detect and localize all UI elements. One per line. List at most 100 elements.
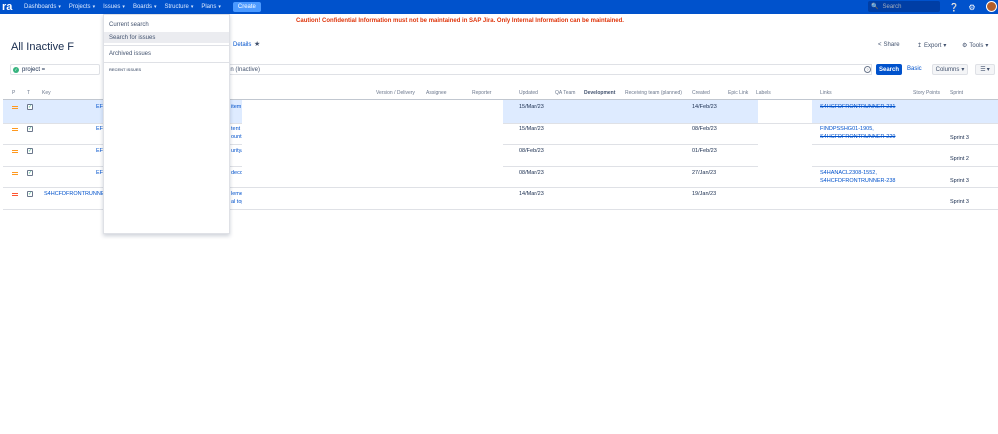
menu-item-archived-issues[interactable]: Archived issues [104,48,229,59]
redacted-area [242,123,503,187]
header-type[interactable]: T [27,90,30,96]
issue-link[interactable]: S4HCFDFRONTRUNNER-229 [820,134,895,140]
redacted-area [242,188,503,209]
share-button[interactable]: < Share [878,42,900,48]
chevron-down-icon: ▾ [218,4,221,10]
priority-medium-icon [12,106,18,110]
issue-key[interactable]: EF [96,170,103,176]
priority-medium-icon [12,150,18,154]
issue-key[interactable]: EF [96,148,103,154]
help-icon[interactable]: ❔ [949,2,959,12]
header-reporter[interactable]: Reporter [472,90,491,96]
sprint-value[interactable]: Sprint 3 [950,199,969,205]
nav-boards[interactable]: Boards ▾ [133,4,157,10]
issue-key[interactable]: EF [96,126,103,132]
issue-link[interactable]: S4HCFDFRONTRUNNER-238 [820,178,895,184]
header-qa-team[interactable]: QA Team [555,90,575,96]
nav-structure[interactable]: Structure ▾ [164,4,193,10]
created-date: 08/Feb/23 [692,126,717,132]
menu-divider [104,45,229,46]
menu-item-current-search[interactable]: Current search [104,19,229,30]
global-search-input[interactable]: 🔍 Search [868,1,940,12]
details-link[interactable]: Details [233,42,251,48]
avatar[interactable] [986,1,997,12]
nav-dashboards[interactable]: Dashboards ▾ [24,4,61,10]
issue-summary[interactable]: item [231,104,241,110]
task-type-icon: ✓ [27,104,33,110]
list-icon: ☰ [980,67,986,73]
menu-item-search-for-issues[interactable]: Search for issues [104,32,229,43]
project-clause: project = [22,66,46,73]
columns-button[interactable]: Columns ▾ [932,64,968,75]
layout-switcher-button[interactable]: ☰ ▾ [975,64,995,75]
header-story-points[interactable]: Story Points [913,90,940,96]
header-created[interactable]: Created [692,90,710,96]
basic-mode-link[interactable]: Basic [907,66,922,72]
tools-button[interactable]: ⚙ Tools ▾ [962,42,988,50]
chevron-down-icon: ▾ [153,4,157,10]
page-title: All Inactive F [11,41,74,53]
header-version[interactable]: Version / Delivery [376,90,415,96]
issue-key[interactable]: EF [96,104,103,110]
search-button[interactable]: Search [876,64,902,75]
export-button[interactable]: ↥ Export ▾ [917,42,947,50]
sprint-value[interactable]: Sprint 2 [950,156,969,162]
header-updated[interactable]: Updated [519,90,538,96]
issue-key[interactable]: S4HCFDFRONTRUNNER [44,191,108,197]
header-priority[interactable]: P [12,90,15,96]
header-links[interactable]: Links [820,90,832,96]
nav-plans[interactable]: Plans ▾ [201,4,221,10]
updated-date: 15/Mar/23 [519,104,544,110]
header-development[interactable]: Development [584,90,615,96]
created-date: 27/Jan/23 [692,170,717,176]
priority-high-icon [12,193,18,197]
issue-link[interactable]: S4HCFDFRONTRUNNER-231 [820,104,895,110]
header-sprint[interactable]: Sprint [950,90,963,96]
menu-divider [104,62,229,63]
recent-issues-heading: RECENT ISSUES [109,67,142,72]
task-type-icon: ✓ [27,170,33,176]
jql-query-tail[interactable]: in (Inactive) [229,64,872,75]
updated-date: 14/Mar/23 [519,191,544,197]
nav-projects-label: Projects [68,4,91,10]
gear-icon[interactable]: ⚙ [967,2,977,12]
issue-link[interactable]: FINDPSSHG01-1905, [820,126,874,132]
task-type-icon: ✓ [27,126,33,132]
issue-link[interactable]: S4HANACL2308-1552, [820,170,877,176]
search-icon: 🔍 [871,4,879,10]
header-key[interactable]: Key [42,90,51,96]
valid-query-icon: ✓ [13,66,19,73]
task-type-icon: ✓ [27,148,33,154]
share-icon: < [878,42,882,48]
jql-query-field[interactable]: ✓ project = [10,64,100,75]
sprint-value[interactable]: Sprint 3 [950,135,969,141]
syntax-help-icon[interactable]: ? [864,66,871,73]
updated-date: 08/Feb/23 [519,148,544,154]
updated-date: 15/Mar/23 [519,126,544,132]
nav-projects[interactable]: Projects ▾ [69,4,95,10]
header-epic-link[interactable]: Epic Link [728,90,748,96]
top-navigation: ra Dashboards ▾ Projects ▾ Issues ▾ Boards ▾… [0,0,998,14]
created-date: 19/Jan/23 [692,191,717,197]
priority-medium-icon [12,172,18,176]
gear-icon: ⚙ [962,43,968,49]
redacted-area [758,100,812,123]
priority-medium-icon [12,128,18,132]
create-button[interactable]: Create [232,2,261,12]
jira-logo[interactable]: ra [2,1,24,13]
task-type-icon: ✓ [27,191,33,197]
columns-label: Columns [935,66,960,73]
chevron-down-icon: ▾ [122,4,125,10]
chevron-down-icon: ▾ [961,67,965,73]
chevron-down-icon: ▾ [943,43,947,49]
header-assignee[interactable]: Assignee [426,90,447,96]
header-labels[interactable]: Labels [756,90,771,96]
header-receiving-team[interactable]: Receiving team (planned) [625,90,682,96]
search-placeholder: Search [882,3,902,10]
nav-issues[interactable]: Issues ▾ [103,4,125,10]
nav-issues-label: Issues [103,4,121,10]
star-icon[interactable]: ★ [254,40,260,48]
chevron-down-icon: ▾ [986,67,990,73]
sprint-value[interactable]: Sprint 3 [950,178,969,184]
issue-summary[interactable]: tent [231,126,240,132]
